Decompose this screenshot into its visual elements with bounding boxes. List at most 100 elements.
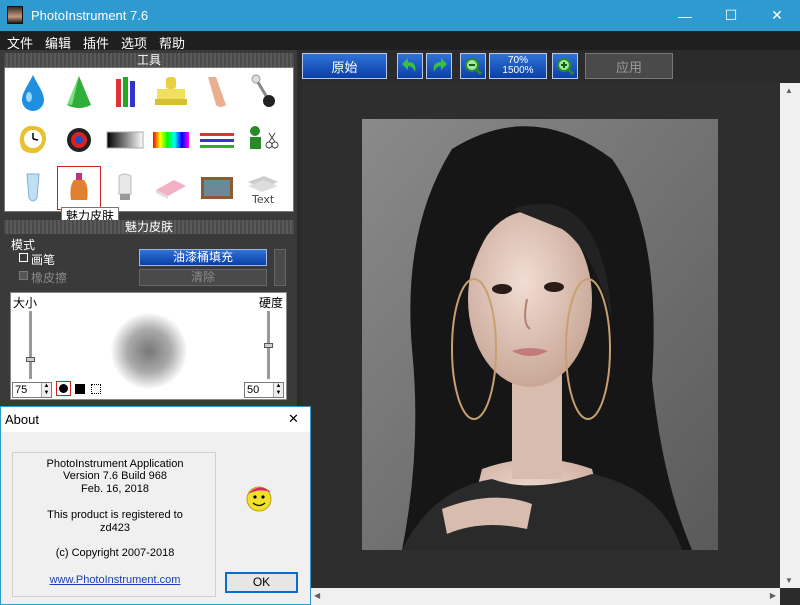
about-info-box: PhotoInstrument Application Version 7.6 … (12, 452, 216, 597)
zoom-out-button[interactable] (460, 53, 486, 79)
zoom-max: 1500% (502, 65, 534, 76)
tools-grid: Text (4, 67, 294, 212)
light-bulb-icon (118, 173, 132, 200)
lines-tool[interactable] (195, 118, 239, 162)
portrait-image (362, 119, 718, 550)
window-title: PhotoInstrument 7.6 (31, 8, 149, 23)
red-eye-icon (67, 128, 91, 152)
color-lines-icon (200, 133, 234, 148)
about-title: About (5, 412, 39, 427)
selection-brush-button[interactable] (91, 384, 101, 394)
drop-icon (22, 75, 44, 111)
about-version: Version 7.6 Build 968 (63, 470, 167, 482)
eraser-tool[interactable] (149, 166, 193, 210)
tube-tool[interactable] (11, 166, 55, 210)
menu-bar: 文件 编辑 插件 选项 帮助 (0, 31, 800, 51)
redo-icon (433, 58, 447, 72)
settings-header: 魅力皮肤 (4, 220, 294, 234)
size-slider-knob[interactable] (26, 357, 35, 362)
vertical-scrollbar[interactable]: ▲ ▼ (780, 83, 800, 588)
hardness-spinner[interactable]: 50 ▲ ▼ (244, 382, 284, 398)
redo-button[interactable] (426, 53, 452, 79)
bulb-tool[interactable] (103, 166, 147, 210)
paint-fill-button[interactable]: 油漆桶填充 (139, 249, 267, 266)
zoom-in-icon (557, 58, 575, 76)
tube-icon (26, 173, 40, 202)
melting-clock-icon (19, 125, 46, 154)
pencils-tool[interactable] (103, 70, 147, 114)
svg-text:Text: Text (251, 193, 275, 206)
text-tool[interactable]: Text (241, 166, 285, 210)
apply-button[interactable]: 应用 (585, 53, 673, 79)
undo-icon (402, 58, 416, 72)
size-spinner[interactable]: 75 ▲ ▼ (12, 382, 52, 398)
about-website-link[interactable]: www.PhotoInstrument.com (13, 574, 217, 586)
glamour-skin-tool[interactable] (57, 166, 101, 210)
pin-icon (251, 74, 275, 107)
hardness-slider-knob[interactable] (264, 343, 273, 348)
eraser-checkbox[interactable] (19, 271, 28, 280)
app-icon (7, 6, 23, 24)
mode-area: 模式 画笔 橡皮擦 油漆桶填充 清除 (4, 236, 294, 288)
stamp-tool[interactable] (149, 70, 193, 114)
zoom-in-button[interactable] (552, 53, 578, 79)
close-button[interactable]: ✕ (754, 0, 800, 31)
clone-tool[interactable] (241, 118, 285, 162)
finger-icon (208, 77, 226, 107)
finger-tool[interactable] (195, 70, 239, 114)
gradient-icon (106, 131, 144, 149)
minimize-button[interactable]: — (662, 0, 708, 31)
about-registered: This product is registered to (47, 509, 183, 521)
clear-button[interactable]: 清除 (139, 269, 267, 286)
cone-icon (67, 76, 91, 108)
redeye-tool[interactable] (57, 118, 101, 162)
eraser-label: 橡皮擦 (31, 271, 68, 285)
tv-tool[interactable] (195, 166, 239, 210)
color-spectrum-icon (153, 132, 189, 148)
size-label: 大小 (13, 296, 38, 310)
about-user: zd423 (100, 522, 130, 534)
hardness-spinner-arrows[interactable]: ▲ ▼ (273, 383, 283, 397)
cone-tool[interactable] (57, 70, 101, 114)
maximize-button[interactable]: ☐ (708, 0, 754, 31)
pin-tool[interactable] (241, 70, 285, 114)
drop-tool[interactable] (11, 70, 55, 114)
eraser-icon (156, 180, 186, 199)
tv-icon (201, 177, 233, 199)
about-dialog: About ✕ PhotoInstrument Application Vers… (0, 406, 311, 605)
pencil-checkbox[interactable] (19, 253, 28, 262)
mode-scrollbar[interactable] (274, 249, 286, 286)
brush-preview (111, 313, 187, 389)
zoom-out-icon (465, 58, 483, 76)
about-copyright: (c) Copyright 2007-2018 (55, 547, 175, 559)
bottle-icon (70, 173, 88, 200)
portrait-photo (362, 119, 718, 550)
toolbar: 原始 70% 1500% 应用 (297, 50, 800, 82)
brush-settings: 大小 硬度 75 ▲ ▼ 50 ▲ ▼ (10, 292, 287, 400)
square-brush-button[interactable] (75, 384, 85, 394)
about-app-name: PhotoInstrument Application (46, 458, 184, 470)
ok-button[interactable]: OK (225, 572, 298, 593)
stamp-icon (155, 77, 187, 105)
hardness-label: 硬度 (258, 296, 283, 310)
scissors-figure-icon (250, 126, 279, 149)
undo-button[interactable] (397, 53, 423, 79)
original-button[interactable]: 原始 (302, 53, 387, 79)
tools-header: 工具 (4, 53, 294, 67)
clock-tool[interactable] (11, 118, 55, 162)
size-slider[interactable] (29, 311, 32, 379)
gradient-tool[interactable] (103, 118, 147, 162)
round-brush-button[interactable] (56, 381, 71, 396)
spectrum-tool[interactable] (149, 118, 193, 162)
about-title-bar: About ✕ (1, 407, 310, 432)
smiley-icon (244, 480, 276, 517)
title-bar: PhotoInstrument 7.6 — ☐ ✕ (0, 0, 800, 31)
size-spinner-arrows[interactable]: ▲ ▼ (41, 383, 51, 397)
about-date: Feb. 16, 2018 (81, 483, 149, 495)
text-layers-icon: Text (248, 176, 278, 206)
zoom-level-control[interactable]: 70% 1500% (489, 53, 547, 79)
pencil-label: 画笔 (31, 253, 56, 267)
pencils-icon (116, 77, 135, 107)
about-close-button[interactable]: ✕ (288, 411, 299, 427)
horizontal-scrollbar[interactable]: ◀ ▶ (310, 588, 780, 605)
